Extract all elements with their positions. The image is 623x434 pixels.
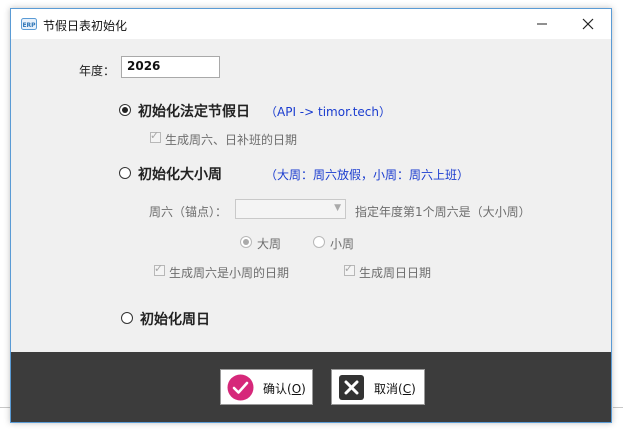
erp-icon: ERP: [21, 18, 37, 30]
dialog-window: ERP 节假日表初始化 年度： 2026 初始化法定节假日 （API -> ti…: [10, 8, 612, 423]
small-week-label: 小周: [330, 237, 355, 251]
small-week-saturday-checkbox[interactable]: ✓: [154, 262, 165, 276]
checkmark-icon: ✓: [344, 262, 354, 275]
check-circle-icon: [227, 374, 254, 401]
sunday-label: 生成周日日期: [359, 266, 432, 280]
window-title: 节假日表初始化: [43, 19, 128, 33]
small-week-saturday-label: 生成周六是小周的日期: [169, 266, 290, 280]
sunday-init-radio[interactable]: [121, 312, 133, 324]
small-week-radio[interactable]: [313, 236, 325, 248]
cancel-button[interactable]: 取消(C): [331, 369, 425, 405]
checkmark-icon: ✓: [150, 129, 160, 142]
close-button[interactable]: [565, 9, 611, 39]
confirm-label: 确认(O): [263, 382, 306, 396]
big-small-week-radio[interactable]: [119, 167, 131, 179]
sub-checkbox-weekend-workday-label: 生成周六、日补班的日期: [165, 133, 298, 147]
close-square-icon: [339, 375, 364, 400]
anchor-select[interactable]: ▼: [235, 199, 346, 219]
minimize-icon: [537, 23, 547, 25]
desktop-divider: [0, 407, 10, 408]
dialog-footer: 确认(O) 取消(C): [11, 352, 611, 422]
year-input[interactable]: 2026: [121, 56, 220, 78]
checkmark-icon: ✓: [154, 262, 164, 275]
big-small-week-label[interactable]: 初始化大小周: [138, 164, 222, 184]
desktop-divider: [613, 407, 623, 408]
anchor-label: 周六（锚点）：: [149, 205, 228, 219]
desktop-background: ERP 节假日表初始化 年度： 2026 初始化法定节假日 （API -> ti…: [0, 0, 623, 434]
legal-holiday-radio[interactable]: [119, 104, 131, 116]
legal-holiday-label[interactable]: 初始化法定节假日: [138, 101, 250, 121]
cancel-label: 取消(C): [374, 382, 416, 396]
legal-holiday-hint: （API -> timor.tech）: [265, 105, 392, 119]
dialog-content: 年度： 2026 初始化法定节假日 （API -> timor.tech） ✓ …: [11, 39, 611, 352]
sunday-init-label[interactable]: 初始化周日: [140, 309, 210, 329]
year-label: 年度：: [79, 64, 116, 78]
title-bar[interactable]: ERP 节假日表初始化: [11, 9, 611, 39]
confirm-button[interactable]: 确认(O): [220, 369, 313, 405]
big-week-label: 大周: [257, 237, 282, 251]
sub-checkbox-weekend-workday[interactable]: ✓: [150, 129, 161, 143]
anchor-description: 指定年度第1个周六是（大小周）: [355, 205, 531, 219]
svg-text:ERP: ERP: [22, 22, 36, 29]
close-icon: [582, 18, 594, 30]
minimize-button[interactable]: [519, 9, 565, 39]
sunday-checkbox[interactable]: ✓: [344, 262, 355, 276]
chevron-down-icon: ▼: [334, 203, 341, 213]
big-small-week-hint: （大周：周六放假，小周：周六上班）: [265, 168, 470, 182]
big-week-radio[interactable]: [240, 236, 252, 248]
